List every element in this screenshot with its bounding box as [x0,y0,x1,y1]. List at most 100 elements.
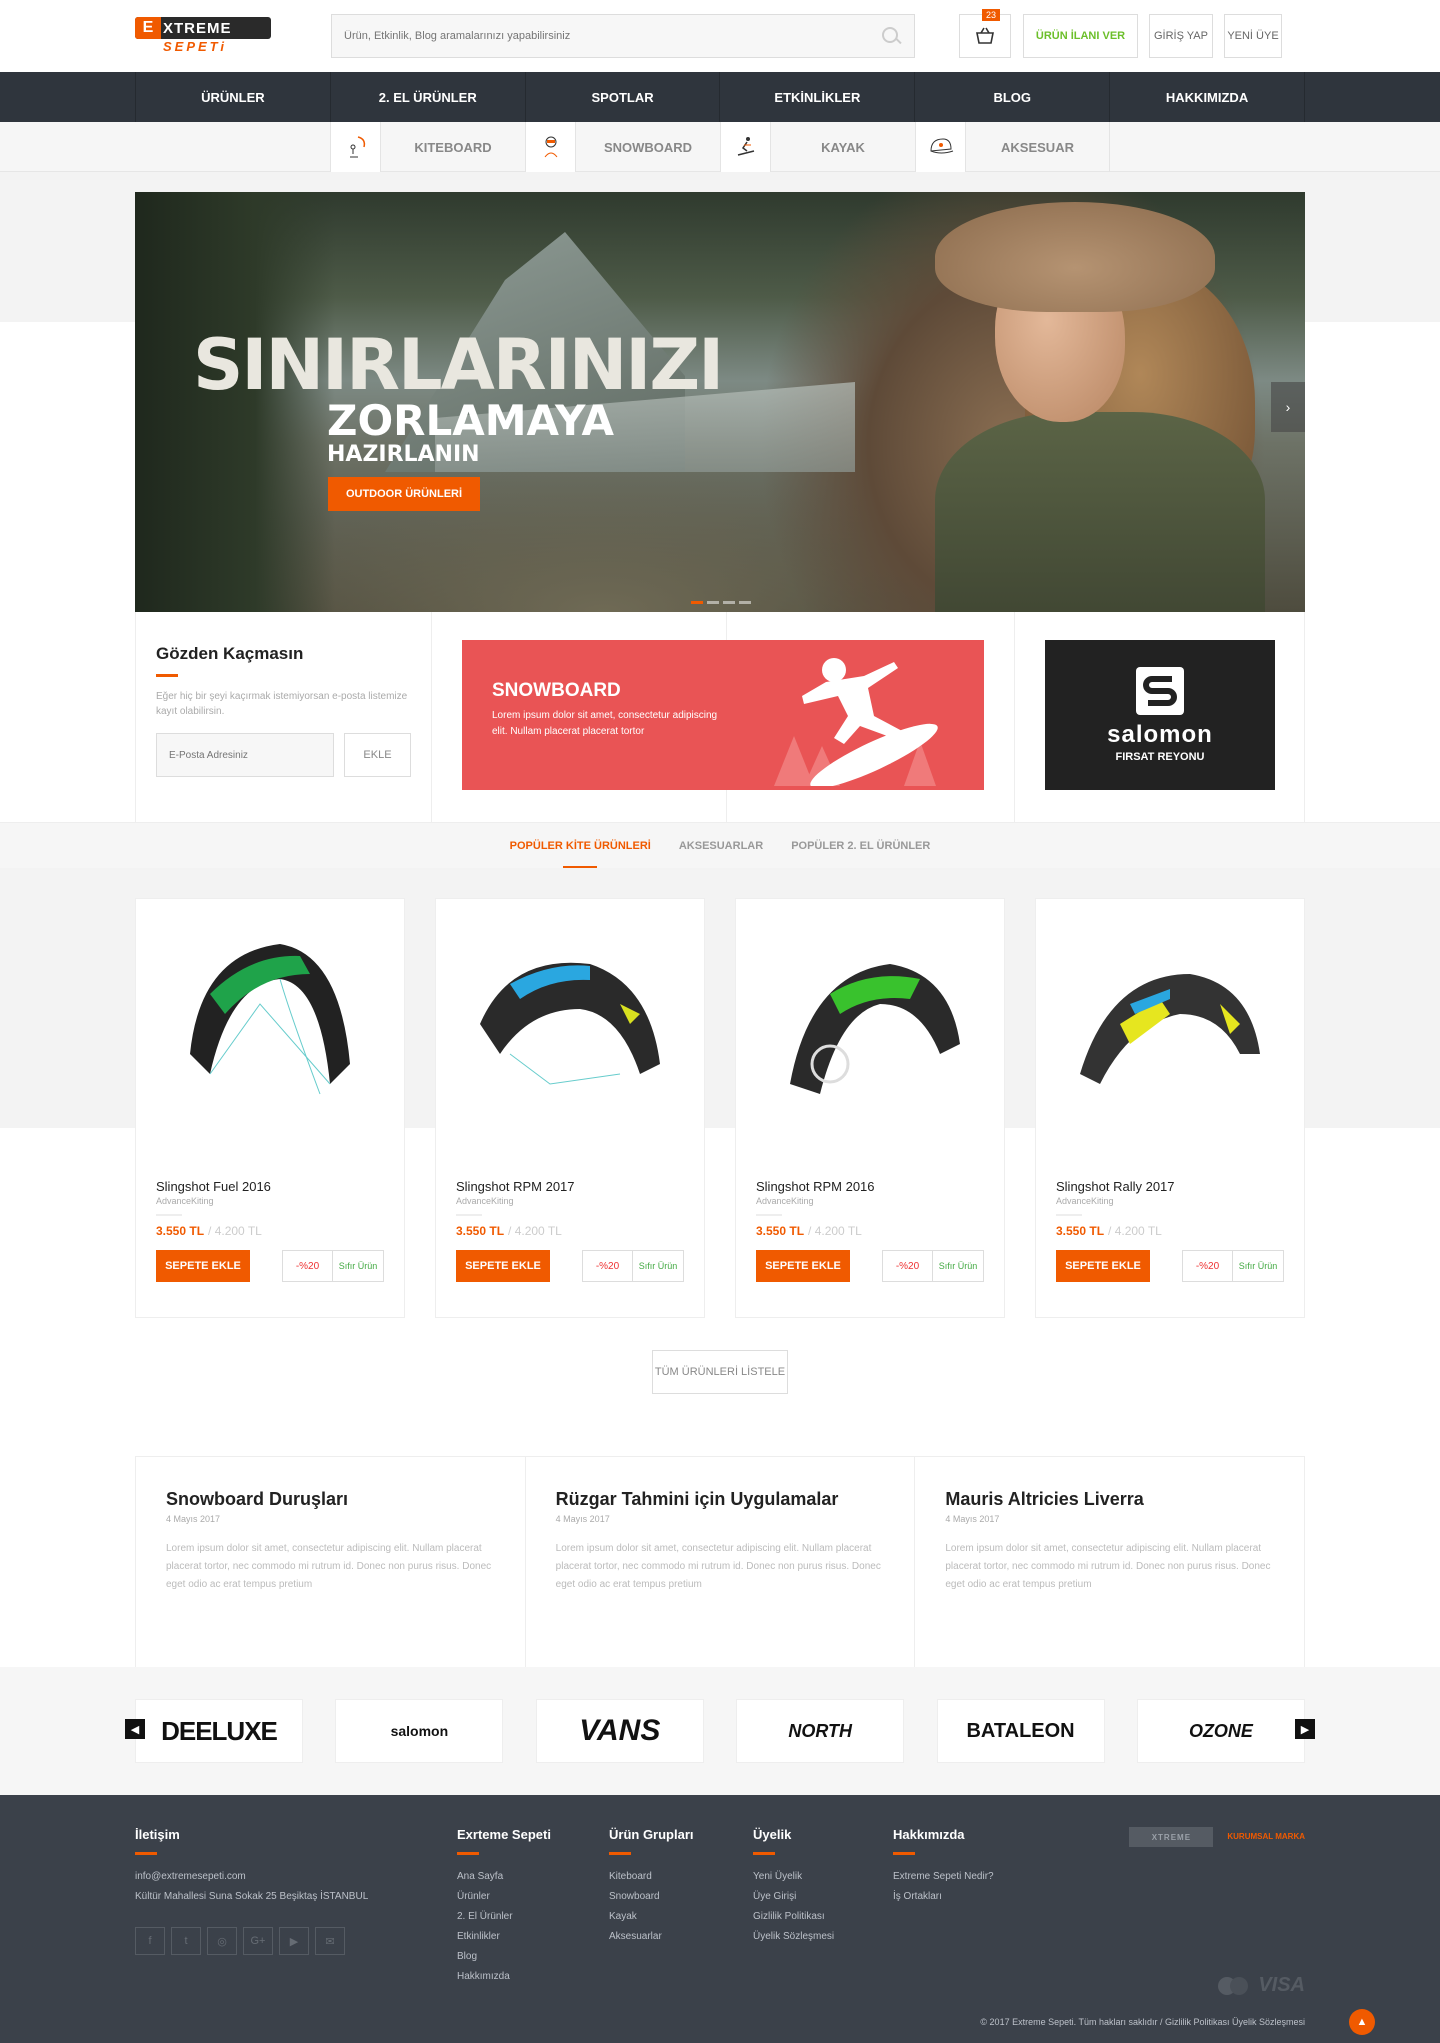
hero-slider[interactable]: SINIRLARINIZI ZORLAMAYA HAZIRLANIN OUTDO… [135,192,1305,612]
post-title[interactable]: Snowboard Duruşları [166,1489,495,1510]
slider-dot[interactable] [707,601,719,604]
category-snowboard[interactable]: SNOWBOARD [525,122,720,172]
slider-dot[interactable] [691,601,703,604]
post-title[interactable]: Mauris Altricies Liverra [945,1489,1274,1510]
footer-col: Üyelik Yeni Üyelik Üye Girişi Gizlilik Poli… [753,1827,893,2043]
nav-item-4[interactable]: BLOG [914,72,1109,122]
footer-logo[interactable]: XTREME [1129,1827,1214,1847]
cart-button[interactable]: 23 [959,9,1011,58]
search-icon[interactable] [880,25,902,47]
mastercard-icon [1218,1976,1249,1995]
product-name[interactable]: Slingshot RPM 2016 [756,1179,984,1194]
copyright: © 2017 Extreme Sepeti. Tüm hakları saklı… [980,2017,1305,2027]
category-kayak[interactable]: KAYAK [720,122,915,172]
add-to-cart-button[interactable]: SEPETE EKLE [156,1250,250,1282]
tab-2[interactable]: POPÜLER 2. EL ÜRÜNLER [791,823,930,869]
blog-post[interactable]: Snowboard Duruşları 4 Mayıs 2017 Lorem ips… [136,1457,526,1667]
scroll-to-top-button[interactable]: ▲ [1349,2009,1375,2035]
twitter-icon[interactable]: t [171,1927,201,1955]
list-all-products-button[interactable]: TÜM ÜRÜNLERİ LİSTELE [652,1350,788,1394]
footer-link[interactable]: Kiteboard [609,1867,753,1887]
category-aksesuar[interactable]: AKSESUAR [915,122,1110,172]
brands-next-button[interactable]: ▶ [1295,1719,1315,1739]
product-name[interactable]: Slingshot Rally 2017 [1056,1179,1284,1194]
product-image[interactable] [456,919,684,1129]
slider-dots [691,601,751,604]
blog-post[interactable]: Rüzgar Tahmini için Uygulamalar 4 Mayıs 2… [526,1457,916,1667]
nav-item-5[interactable]: HAKKIMIZDA [1109,72,1305,122]
add-to-cart-button[interactable]: SEPETE EKLE [1056,1250,1150,1282]
mail-icon[interactable]: ✉ [315,1927,345,1955]
brand-logo-deeluxe[interactable]: DEELUXE [135,1699,303,1763]
footer-link[interactable]: Extreme Sepeti Nedir? [893,1867,1053,1887]
salomon-promo-card[interactable]: salomon FIRSAT REYONU [1045,640,1275,790]
footer-logos: XTREME KURUMSAL MARKA [1129,1827,1305,2043]
footer-link[interactable]: Gizlilik Politikası [753,1907,893,1927]
snowboarder-illustration [774,658,938,786]
footer-link[interactable]: Ana Sayfa [457,1867,609,1887]
product-card[interactable]: Slingshot Fuel 2016 AdvanceKiting 3.550 TL… [135,898,405,1318]
logo-e: E [135,17,161,39]
footer-link[interactable]: Üyelik Sözleşmesi [753,1927,893,1947]
nav-item-0[interactable]: ÜRÜNLER [135,72,330,122]
post-excerpt: Lorem ipsum dolor sit amet, consectetur … [945,1543,1271,1590]
brand-name: DEELUXE [161,1715,278,1746]
logo-bottom-text: SEPETi [163,39,228,54]
nav-item-3[interactable]: ETKİNLİKLER [719,72,914,122]
outdoor-products-button[interactable]: OUTDOOR ÜRÜNLERİ [328,477,480,511]
product-actions: SEPETE EKLE -%20 Sıfır Ürün [456,1250,684,1282]
tab-1[interactable]: AKSESUARLAR [679,823,763,869]
footer-link[interactable]: Snowboard [609,1887,753,1907]
brand-logo-vans[interactable]: VANS [535,1699,704,1763]
brand-logo-bataleon[interactable]: BATALEON [936,1699,1105,1763]
post-title[interactable]: Rüzgar Tahmini için Uygulamalar [556,1489,885,1510]
footer-link[interactable]: Ürünler [457,1887,609,1907]
brand-logo-north[interactable]: NORTH [736,1699,905,1763]
slider-dot[interactable] [723,601,735,604]
register-button[interactable]: YENİ ÜYE [1224,14,1282,58]
subscribe-button[interactable]: EKLE [344,733,411,777]
blog-post[interactable]: Mauris Altricies Liverra 4 Mayıs 2017 Lore… [915,1457,1304,1667]
category-kiteboard[interactable]: KITEBOARD [330,122,525,172]
brand-logo-salomon[interactable]: salomon [335,1699,504,1763]
post-ad-button[interactable]: ÜRÜN İLANI VER [1023,14,1138,58]
footer-link[interactable]: Blog [457,1947,609,1967]
footer-link[interactable]: Etkinlikler [457,1927,609,1947]
nav-item-1[interactable]: 2. EL ÜRÜNLER [329,72,525,122]
product-image[interactable] [756,919,984,1129]
footer-link[interactable]: Kayak [609,1907,753,1927]
product-name[interactable]: Slingshot Fuel 2016 [156,1179,384,1194]
brand-logo-ozone[interactable]: OZONE [1136,1699,1305,1763]
category-label: AKSESUAR [1001,139,1074,155]
brands-prev-button[interactable]: ◀ [125,1719,145,1739]
youtube-icon[interactable]: ▶ [279,1927,309,1955]
nav-item-2[interactable]: SPOTLAR [524,72,720,122]
snowboard-promo-card[interactable]: SNOWBOARD Lorem ipsum dolor sit amet, co… [462,640,984,790]
footer-link[interactable]: Aksesuarlar [609,1927,753,1947]
tab-0[interactable]: POPÜLER KİTE ÜRÜNLERİ [510,823,651,869]
product-card[interactable]: Slingshot RPM 2016 AdvanceKiting 3.550 TL /… [735,898,1005,1318]
site-logo[interactable]: E XTREME SEPETi [135,17,271,55]
partner-logo[interactable]: KURUMSAL MARKA [1227,1827,1305,1847]
footer-link[interactable]: İş Ortakları [893,1887,1053,1907]
footer-link[interactable]: Üye Girişi [753,1887,893,1907]
google-plus-icon[interactable]: G+ [243,1927,273,1955]
product-name[interactable]: Slingshot RPM 2017 [456,1179,684,1194]
footer-email-link[interactable]: info@extremesepeti.com [135,1867,457,1887]
slider-dot[interactable] [739,601,751,604]
product-image[interactable] [156,919,384,1129]
product-card[interactable]: Slingshot Rally 2017 AdvanceKiting 3.550 T… [1035,898,1305,1318]
product-card[interactable]: Slingshot RPM 2017 AdvanceKiting 3.550 TL /… [435,898,705,1318]
facebook-icon[interactable]: f [135,1927,165,1955]
add-to-cart-button[interactable]: SEPETE EKLE [756,1250,850,1282]
slider-next-button[interactable]: › [1271,382,1305,432]
email-field[interactable] [156,733,334,777]
product-image[interactable] [1056,919,1284,1129]
instagram-icon[interactable]: ◎ [207,1927,237,1955]
footer-link[interactable]: Hakkımızda [457,1967,609,1987]
add-to-cart-button[interactable]: SEPETE EKLE [456,1250,550,1282]
footer-link[interactable]: 2. El Ürünler [457,1907,609,1927]
footer-link[interactable]: Yeni Üyelik [753,1867,893,1887]
search-input[interactable] [344,30,880,42]
login-button[interactable]: GİRİŞ YAP [1149,14,1213,58]
